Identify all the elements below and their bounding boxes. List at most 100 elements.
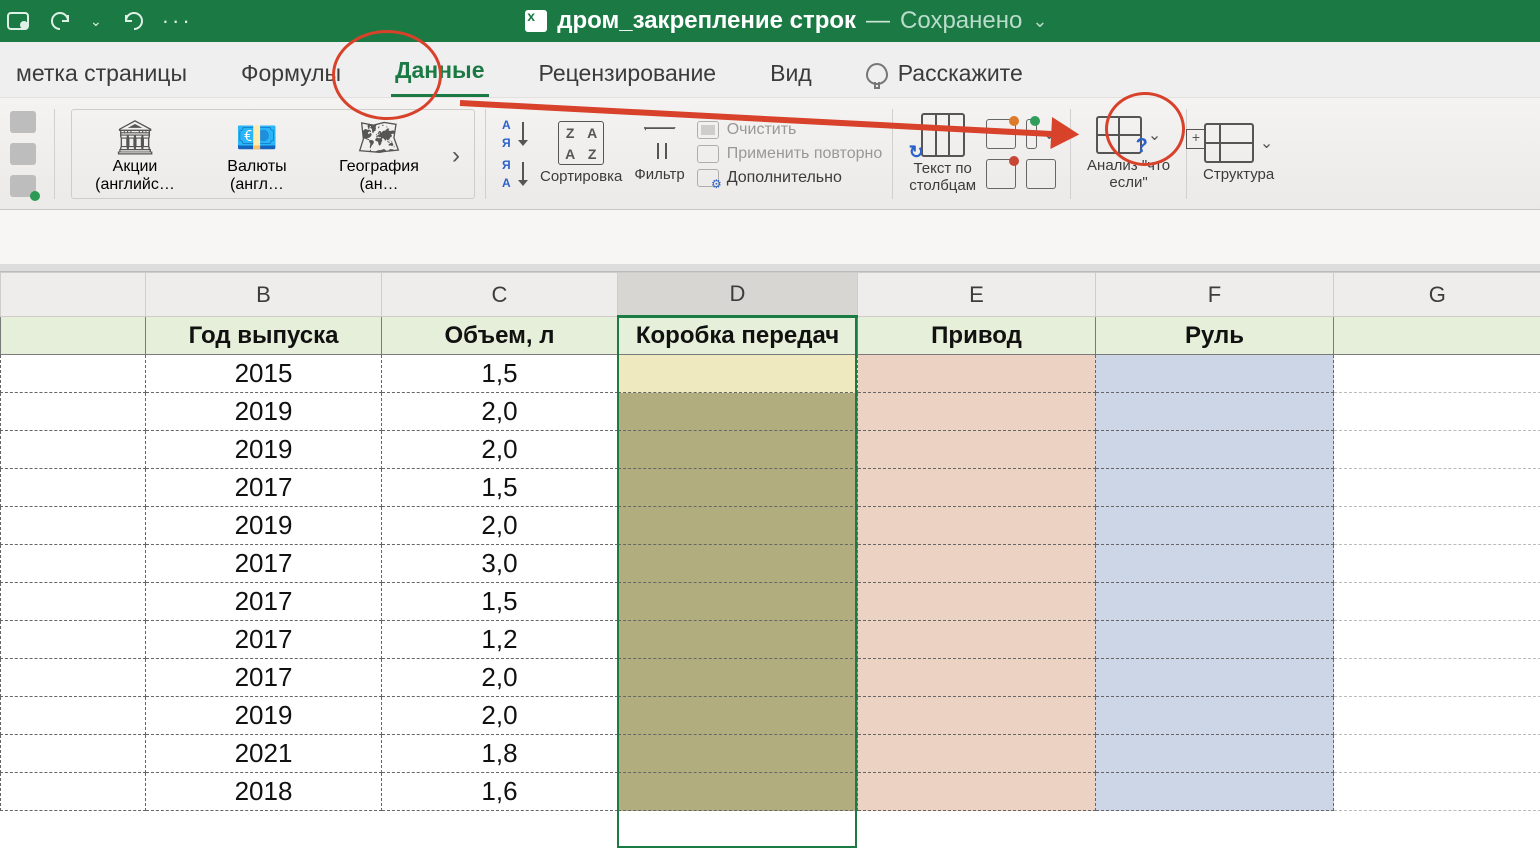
cell-wheel[interactable] bbox=[1096, 507, 1334, 545]
cell-empty[interactable] bbox=[1334, 507, 1540, 545]
title-chevron-icon[interactable]: ⌄ bbox=[1032, 11, 1047, 32]
cell-drive[interactable] bbox=[858, 659, 1096, 697]
col-header-e[interactable]: E bbox=[858, 273, 1096, 317]
filter-button[interactable]: Фильтр bbox=[628, 123, 690, 184]
cell-volume[interactable]: 1,5 bbox=[382, 469, 618, 507]
row-stub[interactable] bbox=[1, 507, 146, 545]
cell-drive[interactable] bbox=[858, 355, 1096, 393]
cell-year[interactable]: 2017 bbox=[146, 621, 382, 659]
tab-formulas[interactable]: Формулы bbox=[237, 50, 345, 97]
cell-year[interactable]: 2017 bbox=[146, 545, 382, 583]
undo-icon[interactable] bbox=[48, 9, 72, 33]
cell-drive[interactable] bbox=[858, 545, 1096, 583]
cell-year[interactable]: 2015 bbox=[146, 355, 382, 393]
header-wheel[interactable]: Руль bbox=[1096, 317, 1334, 355]
cell-gearbox[interactable] bbox=[618, 393, 858, 431]
cell-drive[interactable] bbox=[858, 773, 1096, 811]
tell-me[interactable]: Расскажите bbox=[862, 50, 1027, 97]
cell-volume[interactable]: 1,5 bbox=[382, 583, 618, 621]
spreadsheet[interactable]: B C D E F G Год выпуска Объем, л Коробка… bbox=[0, 272, 1540, 811]
sort-button[interactable]: ZAAZ Сортировка bbox=[534, 121, 628, 186]
cell-drive[interactable] bbox=[858, 507, 1096, 545]
tab-review[interactable]: Рецензирование bbox=[535, 50, 721, 97]
cell-volume[interactable]: 1,2 bbox=[382, 621, 618, 659]
data-types-more[interactable]: › bbox=[446, 142, 466, 170]
horizontal-scrollbar[interactable] bbox=[0, 264, 1540, 272]
cell-gearbox[interactable] bbox=[618, 697, 858, 735]
cell-year[interactable]: 2019 bbox=[146, 507, 382, 545]
cell-empty[interactable] bbox=[1334, 545, 1540, 583]
cell-volume[interactable]: 3,0 bbox=[382, 545, 618, 583]
cell-volume[interactable]: 1,5 bbox=[382, 355, 618, 393]
cell-empty[interactable] bbox=[1334, 735, 1540, 773]
col-header-g[interactable]: G bbox=[1334, 273, 1540, 317]
cell-gearbox[interactable] bbox=[618, 507, 858, 545]
cell-gearbox[interactable] bbox=[618, 735, 858, 773]
row-stub[interactable] bbox=[1, 545, 146, 583]
structure-button[interactable]: ⌄ Структура bbox=[1197, 123, 1280, 184]
cell-volume[interactable]: 2,0 bbox=[382, 697, 618, 735]
col-header-blank[interactable] bbox=[1, 273, 146, 317]
cell-volume[interactable]: 2,0 bbox=[382, 431, 618, 469]
cell-year[interactable]: 2019 bbox=[146, 393, 382, 431]
cell-wheel[interactable] bbox=[1096, 393, 1334, 431]
consolidate-button[interactable] bbox=[1026, 159, 1056, 189]
cell-year[interactable]: 2019 bbox=[146, 697, 382, 735]
row-stub[interactable] bbox=[1, 773, 146, 811]
cell-volume[interactable]: 1,8 bbox=[382, 735, 618, 773]
cell-wheel[interactable] bbox=[1096, 735, 1334, 773]
currency-button[interactable]: 💶 Валюты (англ… bbox=[202, 118, 312, 194]
cell-empty[interactable] bbox=[1334, 393, 1540, 431]
cell-empty[interactable] bbox=[1334, 469, 1540, 507]
sort-asc-button[interactable]: АЯ bbox=[502, 118, 528, 150]
cell-gearbox[interactable] bbox=[618, 469, 858, 507]
undo-chevron-icon[interactable]: ⌄ bbox=[90, 13, 102, 30]
cell-empty[interactable] bbox=[1334, 583, 1540, 621]
row-stub[interactable] bbox=[1, 393, 146, 431]
cell-year[interactable]: 2017 bbox=[146, 583, 382, 621]
cell-drive[interactable] bbox=[858, 697, 1096, 735]
cell-year[interactable]: 2018 bbox=[146, 773, 382, 811]
redo-icon[interactable] bbox=[120, 9, 144, 33]
cell-drive[interactable] bbox=[858, 469, 1096, 507]
col-header-c[interactable]: C bbox=[382, 273, 618, 317]
col-header-b[interactable]: B bbox=[146, 273, 382, 317]
geography-button[interactable]: 🗺 География (ан… bbox=[324, 118, 434, 194]
advanced-filter-button[interactable]: Дополнительно bbox=[697, 169, 883, 187]
cell-year[interactable]: 2021 bbox=[146, 735, 382, 773]
row-stub[interactable] bbox=[1, 659, 146, 697]
tab-data[interactable]: Данные bbox=[391, 47, 488, 97]
header-gearbox[interactable]: Коробка передач bbox=[618, 317, 858, 355]
sort-desc-button[interactable]: ЯА bbox=[502, 158, 528, 190]
header-year[interactable]: Год выпуска bbox=[146, 317, 382, 355]
stocks-button[interactable]: 🏛 Акции (английс… bbox=[80, 118, 190, 194]
whatif-button[interactable]: ⌄ Анализ "что если" bbox=[1081, 116, 1176, 191]
cell-gearbox[interactable] bbox=[618, 621, 858, 659]
cell-volume[interactable]: 2,0 bbox=[382, 659, 618, 697]
cell-drive[interactable] bbox=[858, 621, 1096, 659]
cell-empty[interactable] bbox=[1334, 659, 1540, 697]
cell-wheel[interactable] bbox=[1096, 773, 1334, 811]
col-header-f[interactable]: F bbox=[1096, 273, 1334, 317]
cell-wheel[interactable] bbox=[1096, 697, 1334, 735]
col-header-d[interactable]: D bbox=[618, 273, 858, 317]
cell-empty[interactable] bbox=[1334, 621, 1540, 659]
row-stub[interactable] bbox=[1, 735, 146, 773]
cell-empty[interactable] bbox=[1334, 431, 1540, 469]
cell-year[interactable]: 2017 bbox=[146, 469, 382, 507]
tab-view[interactable]: Вид bbox=[766, 50, 816, 97]
cell-gearbox[interactable] bbox=[618, 355, 858, 393]
row-stub[interactable] bbox=[1, 469, 146, 507]
row-stub[interactable] bbox=[1, 697, 146, 735]
cell-wheel[interactable] bbox=[1096, 545, 1334, 583]
ribbon-side-icon-1[interactable] bbox=[10, 111, 36, 133]
ribbon-side-icon-3[interactable] bbox=[10, 175, 36, 197]
cell-empty[interactable] bbox=[1334, 773, 1540, 811]
cell-year[interactable]: 2017 bbox=[146, 659, 382, 697]
cell-drive[interactable] bbox=[858, 431, 1096, 469]
cell-wheel[interactable] bbox=[1096, 659, 1334, 697]
cell-gearbox[interactable] bbox=[618, 431, 858, 469]
header-drive[interactable]: Привод bbox=[858, 317, 1096, 355]
ribbon-side-icon-2[interactable] bbox=[10, 143, 36, 165]
cell-volume[interactable]: 2,0 bbox=[382, 393, 618, 431]
